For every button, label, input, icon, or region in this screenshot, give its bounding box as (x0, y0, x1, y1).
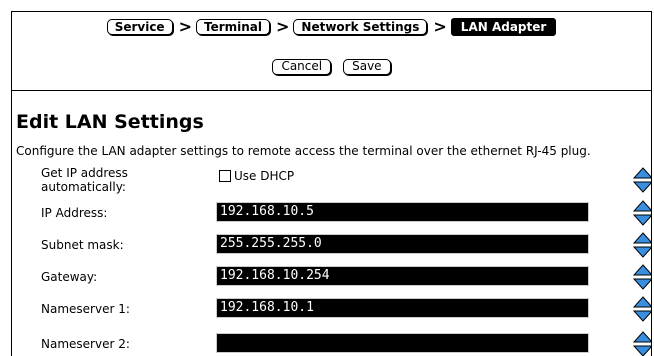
dhcp-checkbox-wrapper[interactable]: Use DHCP (219, 169, 294, 183)
page-title: Edit LAN Settings (16, 111, 204, 133)
breadcrumb: Service > Terminal > Network Settings > … (12, 17, 651, 36)
subnet-mask-row: Subnet mask: 255.255.255.0 (12, 231, 651, 261)
ip-address-row: IP Address: 192.168.10.5 (12, 200, 651, 230)
breadcrumb-separator: > (433, 17, 447, 36)
up-down-arrows-icon[interactable] (633, 200, 652, 226)
dhcp-row: Get IP address automatically: Use DHCP (12, 166, 651, 196)
up-down-arrows-icon[interactable] (633, 331, 652, 356)
up-down-arrows-icon[interactable] (633, 296, 652, 322)
nameserver1-input[interactable]: 192.168.10.1 (216, 298, 589, 318)
ip-address-label: IP Address: (41, 206, 108, 220)
up-down-arrows-icon[interactable] (633, 167, 652, 193)
up-down-arrows-icon[interactable] (633, 232, 652, 258)
subnet-mask-label: Subnet mask: (41, 238, 124, 252)
breadcrumb-service[interactable]: Service (106, 18, 173, 35)
dhcp-checkbox[interactable] (219, 170, 231, 182)
main-frame: Service > Terminal > Network Settings > … (11, 11, 652, 356)
nameserver2-row: Nameserver 2: (12, 327, 651, 356)
page-description: Configure the LAN adapter settings to re… (16, 144, 591, 158)
save-button[interactable]: Save (343, 59, 391, 75)
gateway-label: Gateway: (41, 270, 98, 284)
breadcrumb-terminal[interactable]: Terminal (195, 18, 271, 35)
breadcrumb-separator: > (178, 17, 192, 36)
breadcrumb-separator: > (276, 17, 290, 36)
nameserver1-row: Nameserver 1: 192.168.10.1 (12, 295, 651, 325)
subnet-mask-input[interactable]: 255.255.255.0 (216, 234, 589, 254)
dhcp-label: Get IP address automatically: (41, 166, 128, 194)
breadcrumb-lan-adapter: LAN Adapter (450, 17, 557, 36)
nameserver2-input[interactable] (216, 333, 589, 353)
dhcp-checkbox-label: Use DHCP (234, 169, 295, 183)
gateway-input[interactable]: 192.168.10.254 (216, 266, 589, 286)
gateway-row: Gateway: 192.168.10.254 (12, 263, 651, 293)
up-down-arrows-icon[interactable] (633, 264, 652, 290)
ip-address-input[interactable]: 192.168.10.5 (216, 202, 589, 222)
nameserver2-label: Nameserver 2: (41, 337, 130, 351)
form-actions: Cancel Save (12, 59, 651, 75)
breadcrumb-network-settings[interactable]: Network Settings (293, 18, 428, 35)
cancel-button[interactable]: Cancel (272, 59, 332, 75)
header: Service > Terminal > Network Settings > … (12, 12, 651, 91)
nameserver1-label: Nameserver 1: (41, 302, 130, 316)
